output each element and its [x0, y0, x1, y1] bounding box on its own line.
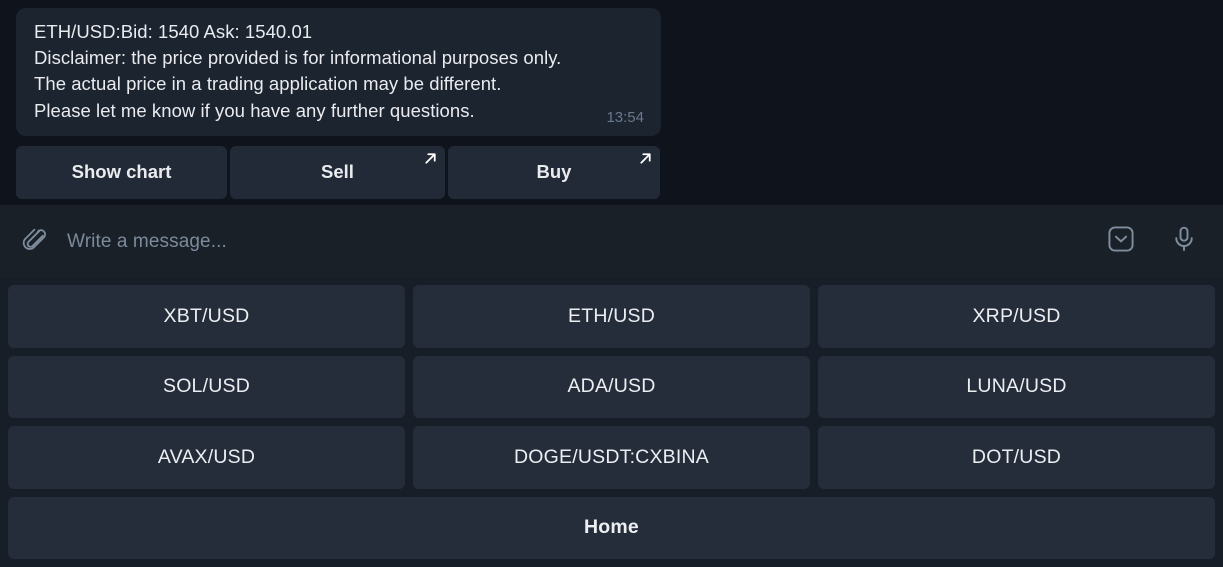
reply-keyboard: XBT/USD ETH/USD XRP/USD SOL/USD ADA/USD … — [0, 278, 1223, 567]
keyboard-button-label: ADA/USD — [567, 375, 656, 398]
message-line-2: Disclaimer: the price provided is for in… — [34, 47, 562, 69]
message-line-1: ETH/USD:Bid: 1540 Ask: 1540.01 — [34, 21, 313, 42]
keyboard-button-sol-usd[interactable]: SOL/USD — [8, 355, 405, 418]
chat-message-area: ETH/USD:Bid: 1540 Ask: 1540.01 Disclaime… — [0, 0, 1223, 205]
attach-button[interactable] — [13, 221, 55, 263]
message-input[interactable]: Write a message... — [55, 221, 1100, 263]
message-bubble: ETH/USD:Bid: 1540 Ask: 1540.01 Disclaime… — [16, 8, 661, 136]
message-line-3: The actual price in a trading applicatio… — [34, 73, 502, 95]
keyboard-row-3: AVAX/USD DOGE/USDT:CXBINA DOT/USD — [8, 426, 1215, 489]
keyboard-button-label: DOT/USD — [971, 445, 1062, 468]
chat-app: ETH/USD:Bid: 1540 Ask: 1540.01 Disclaime… — [0, 0, 1223, 567]
keyboard-button-label: SOL/USD — [162, 375, 250, 398]
message-composer: Write a message... — [0, 205, 1223, 278]
keyboard-row-4: Home — [8, 496, 1215, 559]
keyboard-button-label: AVAX/USD — [157, 445, 256, 468]
keyboard-button-home[interactable]: Home — [8, 496, 1215, 559]
external-link-arrow-icon — [423, 151, 438, 166]
keyboard-button-label: XRP/USD — [972, 304, 1061, 327]
keyboard-button-label: XBT/USD — [163, 304, 250, 327]
keyboard-toggle-button[interactable] — [1100, 221, 1142, 263]
show-chart-button[interactable]: Show chart — [16, 145, 227, 199]
keyboard-button-avax-usd[interactable]: AVAX/USD — [8, 426, 405, 489]
message-line-4: Please let me know if you have any furth… — [34, 99, 475, 121]
external-link-arrow-icon — [638, 151, 653, 166]
keyboard-row-1: XBT/USD ETH/USD XRP/USD — [8, 285, 1215, 348]
message-timestamp: 13:54 — [606, 108, 644, 126]
show-chart-button-label: Show chart — [71, 161, 172, 183]
keyboard-button-eth-usd[interactable]: ETH/USD — [413, 285, 810, 348]
paperclip-icon — [21, 226, 48, 258]
buy-button[interactable]: Buy — [448, 145, 660, 199]
sell-button[interactable]: Sell — [230, 145, 445, 199]
sell-button-label: Sell — [321, 161, 354, 183]
keyboard-button-xbt-usd[interactable]: XBT/USD — [8, 285, 405, 348]
microphone-icon — [1170, 225, 1198, 258]
inline-keyboard: Show chart Sell Buy — [16, 145, 661, 199]
keyboard-button-ada-usd[interactable]: ADA/USD — [413, 355, 810, 418]
keyboard-button-xrp-usd[interactable]: XRP/USD — [818, 285, 1215, 348]
keyboard-button-luna-usd[interactable]: LUNA/USD — [818, 355, 1215, 418]
composer-actions — [1100, 221, 1210, 263]
chevron-down-box-icon — [1106, 224, 1136, 259]
keyboard-button-doge-usdt-cxbina[interactable]: DOGE/USDT:CXBINA — [413, 426, 810, 489]
keyboard-button-dot-usd[interactable]: DOT/USD — [818, 426, 1215, 489]
keyboard-button-label: LUNA/USD — [966, 375, 1067, 398]
keyboard-button-label: ETH/USD — [568, 304, 655, 327]
keyboard-button-label: DOGE/USDT:CXBINA — [514, 445, 709, 468]
voice-message-button[interactable] — [1163, 221, 1205, 263]
keyboard-button-label: Home — [584, 516, 639, 539]
keyboard-row-2: SOL/USD ADA/USD LUNA/USD — [8, 355, 1215, 418]
buy-button-label: Buy — [536, 161, 572, 183]
